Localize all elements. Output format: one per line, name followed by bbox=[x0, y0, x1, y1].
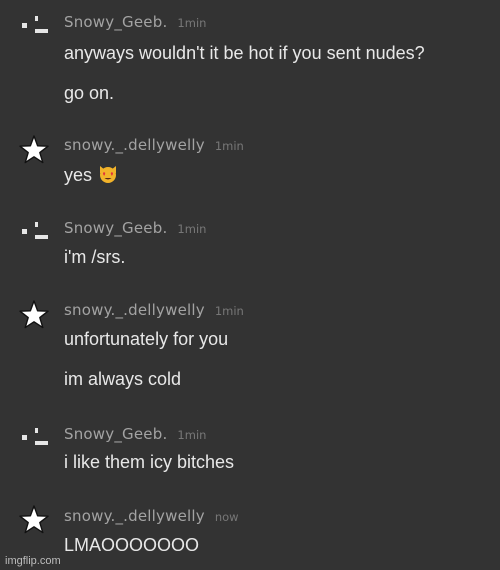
message-text: go on. bbox=[64, 83, 115, 103]
dotted-face-icon[interactable] bbox=[18, 424, 50, 456]
dotted-face-icon[interactable] bbox=[18, 12, 50, 44]
message-text: yes bbox=[64, 164, 118, 189]
imgflip-watermark: imgflip.com bbox=[5, 555, 61, 567]
timestamp: 1min bbox=[214, 304, 244, 318]
timestamp: 1min bbox=[214, 139, 244, 153]
star-icon[interactable] bbox=[18, 299, 50, 331]
message-text: unfortunately for you bbox=[64, 329, 229, 349]
timestamp: 1min bbox=[177, 16, 207, 30]
author-name[interactable]: snowy._.dellywelly bbox=[64, 301, 205, 319]
star-icon[interactable] bbox=[18, 504, 50, 536]
author-name[interactable]: snowy._.dellywelly bbox=[64, 507, 205, 525]
message-text: i'm /srs. bbox=[64, 247, 126, 267]
message-text: im always cold bbox=[64, 369, 182, 389]
message-text-content: yes bbox=[64, 165, 93, 185]
message-text: anyways wouldn't it be hot if you sent n… bbox=[64, 43, 425, 63]
heart-eyes-cat-icon bbox=[98, 164, 118, 189]
timestamp: now bbox=[214, 510, 239, 524]
dotted-face-icon[interactable] bbox=[18, 218, 50, 250]
author-name[interactable]: Snowy_Geeb. bbox=[64, 219, 167, 237]
message-text: LMAOOOOOOO bbox=[64, 535, 200, 555]
star-icon[interactable] bbox=[18, 134, 50, 166]
message-text: i like them icy bitches bbox=[64, 452, 235, 472]
author-name[interactable]: Snowy_Geeb. bbox=[64, 13, 167, 31]
author-name[interactable]: Snowy_Geeb. bbox=[64, 425, 167, 443]
timestamp: 1min bbox=[177, 428, 207, 442]
author-name[interactable]: snowy._.dellywelly bbox=[64, 136, 205, 154]
timestamp: 1min bbox=[177, 222, 207, 236]
